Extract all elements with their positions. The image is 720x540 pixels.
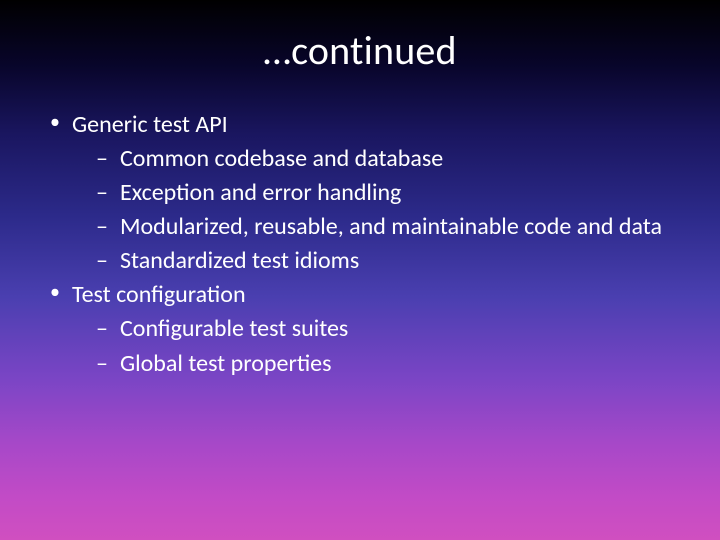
list-item: Global test properties [72,347,680,381]
bullet-label: Test configuration [72,280,246,309]
list-item: Exception and error handling [72,176,680,210]
slide: …continued Generic test API Common codeb… [0,0,720,540]
sub-bullet-label: Standardized test idioms [120,246,359,275]
sub-bullet-label: Common codebase and database [120,144,443,173]
slide-title: …continued [0,26,720,75]
list-item: Modularized, reusable, and maintainable … [72,210,680,244]
list-item: Test configuration Configurable test sui… [42,278,680,380]
bullet-list: Generic test API Common codebase and dat… [42,108,680,381]
list-item: Standardized test idioms [72,244,680,278]
sub-bullet-label: Modularized, reusable, and maintainable … [120,212,662,241]
sub-bullet-label: Global test properties [120,349,332,378]
slide-body: Generic test API Common codebase and dat… [42,108,680,381]
sub-bullet-label: Configurable test suites [120,314,348,343]
sub-bullet-label: Exception and error handling [120,178,401,207]
list-item: Common codebase and database [72,142,680,176]
sub-bullet-list: Common codebase and database Exception a… [72,142,680,278]
list-item: Configurable test suites [72,312,680,346]
sub-bullet-list: Configurable test suites Global test pro… [72,312,680,380]
list-item: Generic test API Common codebase and dat… [42,108,680,278]
bullet-label: Generic test API [72,110,228,139]
